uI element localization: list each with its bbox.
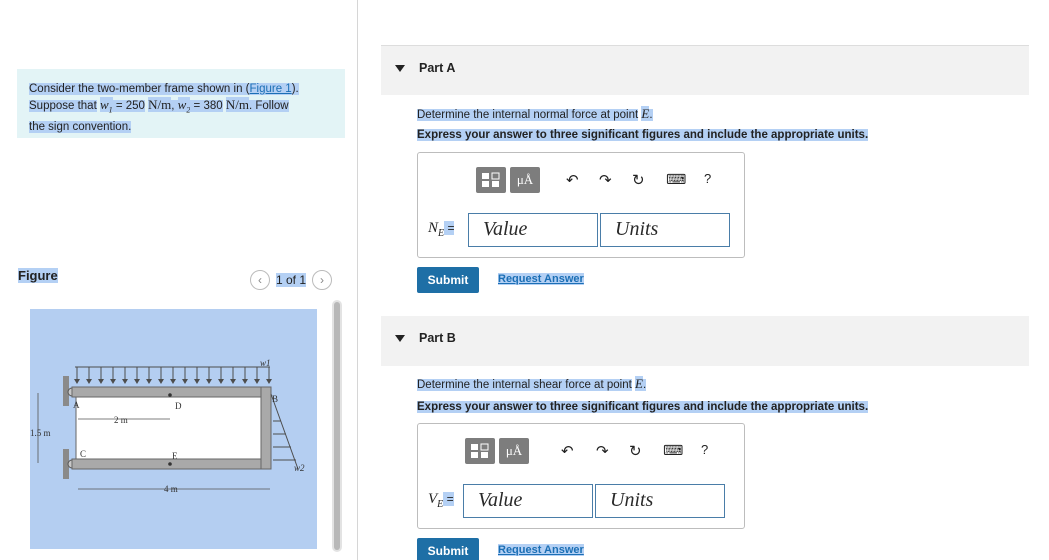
pane-divider xyxy=(357,0,358,560)
part-b-title: Part B xyxy=(419,331,456,345)
figure-link[interactable]: Figure 1 xyxy=(249,83,292,95)
math-toolbar: μÅ ↶ ↷ ↻ ⌨ ? xyxy=(476,167,726,197)
w1-value: 250 xyxy=(125,100,145,112)
w1-unit: N/m xyxy=(148,97,172,112)
part-a-instruction: Express your answer to three significant… xyxy=(417,129,869,141)
arrowheads xyxy=(74,379,272,384)
label-w1: w1 xyxy=(260,358,271,368)
keyboard-icon[interactable]: ⌨ xyxy=(663,442,683,459)
dim-2m: 2 m xyxy=(114,415,128,425)
part-b-request-answer-link[interactable]: Request Answer xyxy=(498,544,584,556)
label-D: D xyxy=(175,401,182,411)
dim-4m: 4 m xyxy=(164,484,178,494)
answer-variable: NE = xyxy=(428,219,455,239)
part-a-answer-box: μÅ ↶ ↷ ↻ ⌨ ? NE = Value Units xyxy=(417,152,745,258)
frame-figure: w1 A B D 2 m 1.5 m C E w2 4 m xyxy=(30,309,317,549)
member-right xyxy=(260,386,272,470)
label-w2: w2 xyxy=(294,463,305,473)
keyboard-icon[interactable]: ⌨ xyxy=(666,171,686,188)
w2-unit: N/m xyxy=(225,97,249,112)
undo-icon[interactable]: ↶ xyxy=(561,442,574,460)
part-b-header[interactable]: Part B xyxy=(381,316,1029,366)
pager-text: 1 of 1 xyxy=(276,273,307,287)
units-symbol-button[interactable]: μÅ xyxy=(499,438,529,464)
scrollbar-thumb[interactable] xyxy=(334,302,340,550)
distributed-load-w2-icon xyxy=(270,393,299,470)
collapse-triangle-icon xyxy=(395,335,405,342)
units-input[interactable]: Units xyxy=(600,213,730,247)
w2-symbol: w2 xyxy=(177,97,191,115)
answer-variable: VE = xyxy=(428,490,454,510)
template-icon xyxy=(482,172,500,187)
math-toolbar: μÅ ↶ ↷ ↻ ⌨ ? xyxy=(465,438,715,468)
prev-figure-button[interactable]: ‹ xyxy=(250,270,270,290)
reset-icon[interactable]: ↻ xyxy=(632,171,645,189)
part-a-title: Part A xyxy=(419,61,456,75)
equals: = xyxy=(443,492,454,506)
part-a-request-answer-link[interactable]: Request Answer xyxy=(498,273,584,285)
equals: = xyxy=(444,221,455,235)
redo-icon[interactable]: ↷ xyxy=(599,171,612,189)
figure-label: Figure xyxy=(18,268,58,283)
part-a-question: Determine the internal normal force at p… xyxy=(417,106,653,121)
template-icon xyxy=(471,443,489,458)
help-icon[interactable]: ? xyxy=(701,442,708,457)
figure-scrollbar[interactable] xyxy=(332,300,342,552)
chevron-left-icon: ‹ xyxy=(258,273,262,287)
redo-icon[interactable]: ↷ xyxy=(596,442,609,460)
chevron-right-icon: › xyxy=(320,273,325,287)
problem-text: . Follow xyxy=(248,100,289,112)
var-symbol: N xyxy=(428,220,439,236)
distributed-load-w1-icon xyxy=(76,367,270,381)
templates-button[interactable] xyxy=(476,167,506,193)
part-a-header[interactable]: Part A xyxy=(381,45,1029,95)
value-input[interactable]: Value xyxy=(463,484,593,518)
var-symbol: V xyxy=(428,491,438,507)
label-E: E xyxy=(172,451,178,461)
label-C: C xyxy=(80,449,86,459)
help-icon[interactable]: ? xyxy=(704,171,711,186)
problem-text: Consider the two-member frame shown in ( xyxy=(29,83,250,95)
mu-angstrom-icon: μÅ xyxy=(505,443,523,458)
frame-diagram: w1 A B D 2 m 1.5 m C E w2 4 m xyxy=(30,358,305,494)
problem-text: Suppose that xyxy=(29,100,97,112)
units-symbol-button[interactable]: μÅ xyxy=(510,167,540,193)
problem-statement: Consider the two-member frame shown in (… xyxy=(17,69,345,138)
part-b-submit-button[interactable]: Submit xyxy=(417,538,479,560)
value-input[interactable]: Value xyxy=(468,213,598,247)
label-A: A xyxy=(73,400,80,410)
question-text: Determine the internal shear force at po… xyxy=(417,379,632,391)
collapse-triangle-icon xyxy=(395,65,405,72)
problem-text: ). xyxy=(291,83,299,95)
part-b-instruction: Express your answer to three significant… xyxy=(417,401,869,413)
reset-icon[interactable]: ↻ xyxy=(629,442,642,460)
w2-value: 380 xyxy=(203,100,223,112)
problem-text: the sign convention. xyxy=(29,120,132,133)
equals: = xyxy=(190,100,204,112)
equals: = xyxy=(112,100,126,112)
dim-1-5m: 1.5 m xyxy=(30,428,51,438)
undo-icon[interactable]: ↶ xyxy=(566,171,579,189)
part-b-answer-box: μÅ ↶ ↷ ↻ ⌨ ? VE = Value Units xyxy=(417,423,745,529)
point-symbol: E xyxy=(635,376,643,391)
templates-button[interactable] xyxy=(465,438,495,464)
question-text: Determine the internal normal force at p… xyxy=(417,109,639,121)
next-figure-button[interactable]: › xyxy=(312,270,333,290)
units-input[interactable]: Units xyxy=(595,484,725,518)
mu-angstrom-icon: μÅ xyxy=(516,172,534,187)
figure-pager: ‹ 1 of 1 › xyxy=(250,269,333,291)
w1-symbol: w1 xyxy=(99,97,113,115)
label-B: B xyxy=(272,394,278,404)
left-pane: Consider the two-member frame shown in (… xyxy=(0,0,358,560)
frame-opening xyxy=(75,396,262,460)
part-a-submit-button[interactable]: Submit xyxy=(417,267,479,293)
part-b-question: Determine the internal shear force at po… xyxy=(417,376,647,391)
